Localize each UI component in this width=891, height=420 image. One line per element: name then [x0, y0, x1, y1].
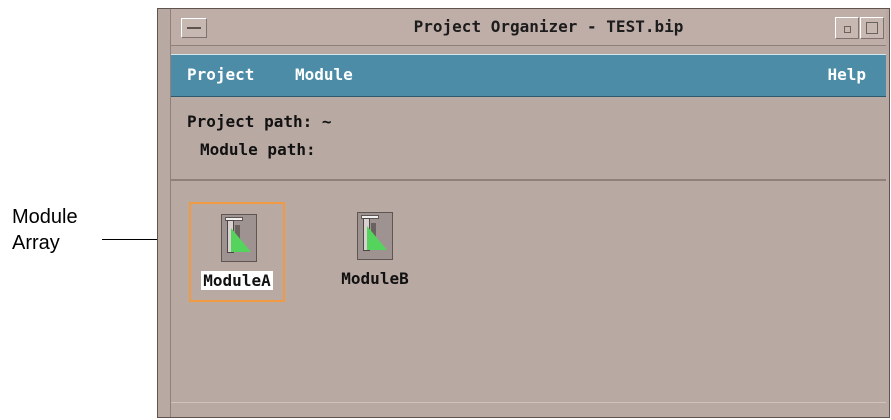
module-a-label: ModuleA	[201, 271, 273, 290]
module-icon-triangle	[231, 228, 251, 252]
project-path-label: Project path: ~	[187, 112, 332, 131]
maximize-button[interactable]	[860, 17, 884, 39]
minimize-button[interactable]	[835, 17, 859, 39]
window-frame-left	[158, 9, 171, 417]
menu-project[interactable]: Project	[187, 65, 254, 84]
menu-module[interactable]: Module	[295, 65, 353, 84]
module-array: ModuleA ModuleB	[171, 184, 886, 404]
menu-bar: Project Module Help	[171, 54, 886, 97]
menu-help-label: Help	[827, 65, 866, 84]
module-icon	[357, 212, 393, 260]
window-title: Project Organizer - TEST.bip	[413, 17, 684, 36]
module-item-b[interactable]: ModuleB	[327, 202, 423, 302]
module-item-a[interactable]: ModuleA	[189, 202, 285, 302]
system-menu-button[interactable]	[181, 18, 207, 38]
minimize-icon	[844, 26, 851, 33]
module-icon-triangle	[367, 226, 387, 250]
window-bottom-frame	[171, 402, 886, 417]
title-bar[interactable]: Project Organizer - TEST.bip	[171, 9, 886, 46]
menu-module-label: Module	[295, 65, 353, 84]
window-frame-right	[886, 9, 889, 417]
maximize-icon	[866, 22, 878, 34]
callout-line-1: Module	[12, 206, 78, 228]
module-b-label: ModuleB	[341, 269, 409, 288]
module-label: ModuleB	[327, 269, 423, 288]
project-organizer-window: Project Organizer - TEST.bip Project Mod…	[157, 8, 890, 418]
module-icon	[221, 214, 257, 262]
system-menu-icon	[187, 27, 201, 29]
module-path-label: Module path:	[200, 140, 316, 159]
menu-project-label: Project	[187, 65, 255, 84]
menu-help[interactable]: Help	[827, 65, 866, 84]
module-array-callout: Module Array	[12, 204, 78, 256]
callout-line-2: Array	[12, 232, 60, 254]
module-label: ModuleA	[191, 271, 283, 290]
path-info-panel: Project path: ~ Module path:	[171, 97, 886, 181]
